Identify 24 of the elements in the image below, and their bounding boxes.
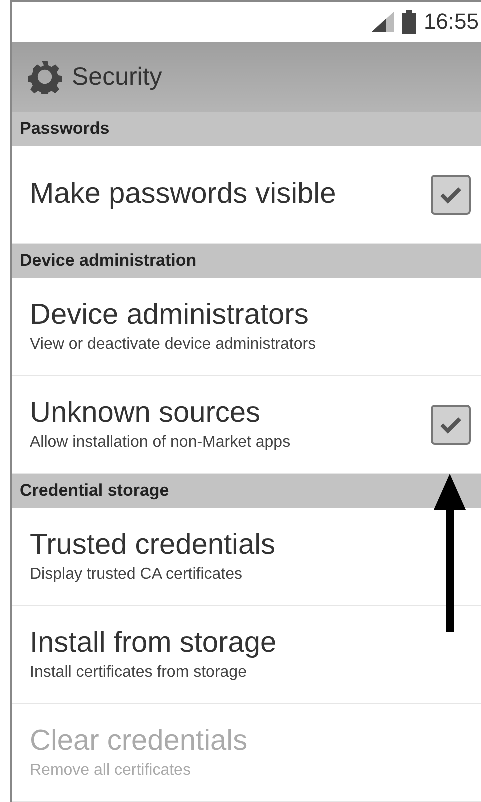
section-header: Credential storage (12, 474, 481, 508)
gear-icon (28, 60, 62, 94)
item-summary: Remove all certificates (30, 762, 192, 780)
item-summary: Install certificates from storage (30, 664, 248, 682)
item-title: Make passwords visible (30, 178, 336, 211)
item-title: Clear credentials (30, 725, 248, 758)
item-summary: View or deactivate device administrators (30, 336, 316, 354)
section-header: Device administration (12, 244, 481, 278)
checkbox[interactable] (431, 404, 471, 444)
item-summary: Display trusted CA certificates (30, 566, 244, 584)
section-header: Passwords (12, 112, 481, 146)
status-time: 16:55 (424, 9, 479, 35)
signal-icon (372, 12, 394, 32)
checkmark-icon (440, 186, 462, 204)
settings-item[interactable]: Device administrators View or deactivate device administrators (12, 278, 481, 376)
item-title: Device administrators (30, 299, 310, 332)
checkbox[interactable] (431, 174, 471, 214)
checkmark-icon (440, 416, 462, 434)
screen-title: Security (72, 62, 162, 92)
battery-icon (402, 10, 416, 34)
item-title: Install from storage (30, 627, 277, 660)
item-title: Trusted credentials (30, 529, 276, 562)
item-title: Unknown sources (30, 397, 262, 430)
item-summary: Allow installation of non-Market apps (30, 434, 291, 452)
